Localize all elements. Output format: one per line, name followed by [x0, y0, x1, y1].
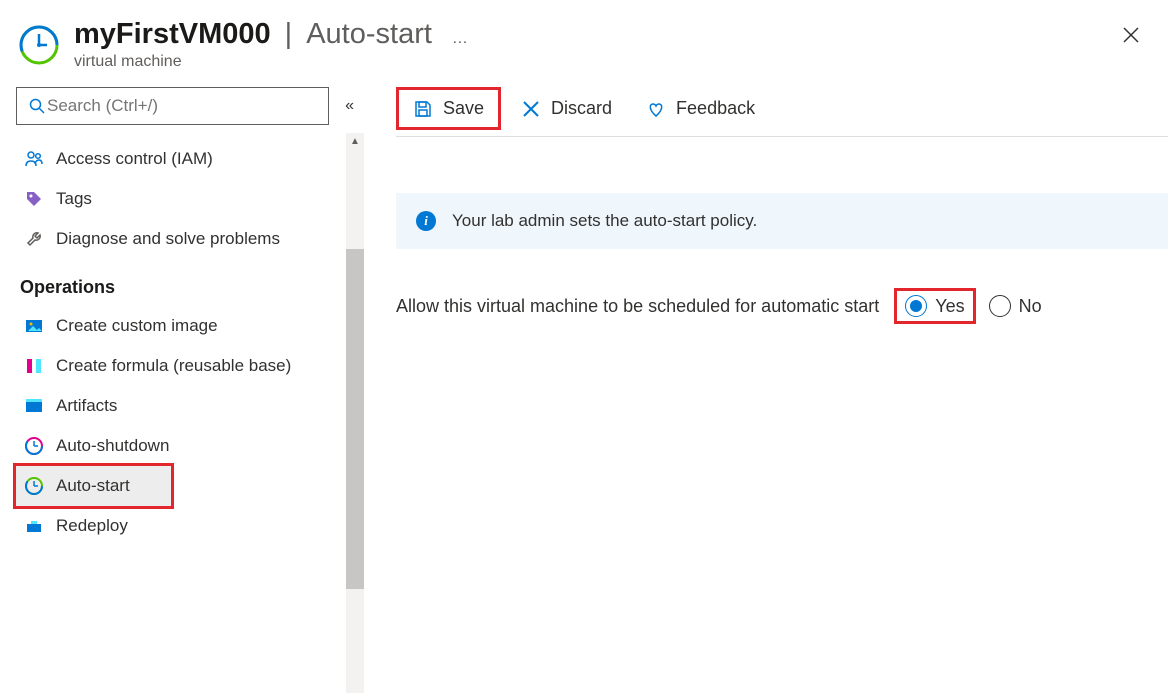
- sidebar-item-auto-start[interactable]: Auto-start: [16, 466, 171, 506]
- wrench-icon: [24, 229, 44, 249]
- resource-type-subtitle: virtual machine: [74, 53, 1144, 71]
- feedback-button[interactable]: Feedback: [632, 90, 769, 127]
- discard-button-label: Discard: [551, 98, 612, 119]
- people-icon: [24, 149, 44, 169]
- radio-circle-no: [989, 295, 1011, 317]
- sidebar-item-label: Artifacts: [56, 396, 117, 416]
- collapse-sidebar-button[interactable]: «: [339, 97, 360, 115]
- sidebar-item-label: Create formula (reusable base): [56, 356, 291, 376]
- sidebar-item-access-control[interactable]: Access control (IAM): [16, 139, 360, 179]
- resource-name: myFirstVM000: [74, 18, 271, 51]
- info-icon: i: [416, 211, 436, 231]
- discard-button[interactable]: Discard: [507, 90, 626, 127]
- heart-icon: [646, 99, 666, 119]
- clock-green-icon: [24, 476, 44, 496]
- clock-header-icon: [18, 24, 60, 66]
- save-button-label: Save: [443, 98, 484, 119]
- sidebar-item-redeploy[interactable]: Redeploy: [16, 506, 360, 546]
- sidebar-section-operations: Operations: [16, 259, 360, 306]
- sidebar-item-label: Access control (IAM): [56, 149, 213, 169]
- sidebar-item-artifacts[interactable]: Artifacts: [16, 386, 360, 426]
- info-banner-text: Your lab admin sets the auto-start polic…: [452, 211, 757, 231]
- search-box[interactable]: [16, 87, 329, 125]
- sidebar-item-label: Tags: [56, 189, 92, 209]
- header-titles: myFirstVM000 | Auto-start … virtual mach…: [74, 18, 1144, 71]
- image-icon: [24, 316, 44, 336]
- auto-start-label: Allow this virtual machine to be schedul…: [396, 296, 879, 317]
- sidebar-item-label: Auto-shutdown: [56, 436, 169, 456]
- save-icon: [413, 99, 433, 119]
- sidebar-item-label: Diagnose and solve problems: [56, 229, 280, 249]
- clock-icon: [24, 436, 44, 456]
- artifacts-icon: [24, 396, 44, 416]
- sidebar-item-create-formula[interactable]: Create formula (reusable base): [16, 346, 360, 386]
- auto-start-option-row: Allow this virtual machine to be schedul…: [396, 291, 1168, 321]
- radio-yes[interactable]: Yes: [897, 291, 972, 321]
- tag-icon: [24, 189, 44, 209]
- sidebar-item-label: Redeploy: [56, 516, 128, 536]
- sidebar-scrollbar[interactable]: ▲: [346, 133, 364, 693]
- formula-icon: [24, 356, 44, 376]
- page-header: myFirstVM000 | Auto-start … virtual mach…: [0, 0, 1168, 81]
- toolbar: Save Discard Feedback: [396, 81, 1168, 137]
- sidebar-item-create-custom-image[interactable]: Create custom image: [16, 306, 360, 346]
- sidebar-item-diagnose[interactable]: Diagnose and solve problems: [16, 219, 360, 259]
- page-title: Auto-start: [306, 18, 432, 51]
- search-input[interactable]: [47, 96, 318, 116]
- title-divider: |: [285, 18, 293, 51]
- sidebar-item-tags[interactable]: Tags: [16, 179, 360, 219]
- radio-group: Yes No: [897, 291, 1047, 321]
- sidebar-item-auto-shutdown[interactable]: Auto-shutdown: [16, 426, 360, 466]
- sidebar-item-label: Auto-start: [56, 476, 130, 496]
- radio-no-label: No: [1019, 296, 1042, 317]
- redeploy-icon: [24, 516, 44, 536]
- scroll-up-arrow[interactable]: ▲: [346, 133, 364, 149]
- radio-yes-label: Yes: [935, 296, 964, 317]
- discard-icon: [521, 99, 541, 119]
- save-button[interactable]: Save: [396, 87, 501, 130]
- more-actions[interactable]: …: [446, 30, 469, 48]
- radio-circle-yes: [905, 295, 927, 317]
- radio-no[interactable]: No: [983, 291, 1048, 321]
- main-content: Save Discard Feedback i Your lab admin s…: [360, 81, 1168, 546]
- sidebar: « Access control (IAM) Tags Diagnose and…: [0, 81, 360, 546]
- info-banner: i Your lab admin sets the auto-start pol…: [396, 193, 1168, 249]
- close-button[interactable]: [1122, 24, 1140, 50]
- sidebar-item-label: Create custom image: [56, 316, 218, 336]
- search-icon: [27, 96, 47, 116]
- feedback-button-label: Feedback: [676, 98, 755, 119]
- scroll-thumb[interactable]: [346, 249, 364, 589]
